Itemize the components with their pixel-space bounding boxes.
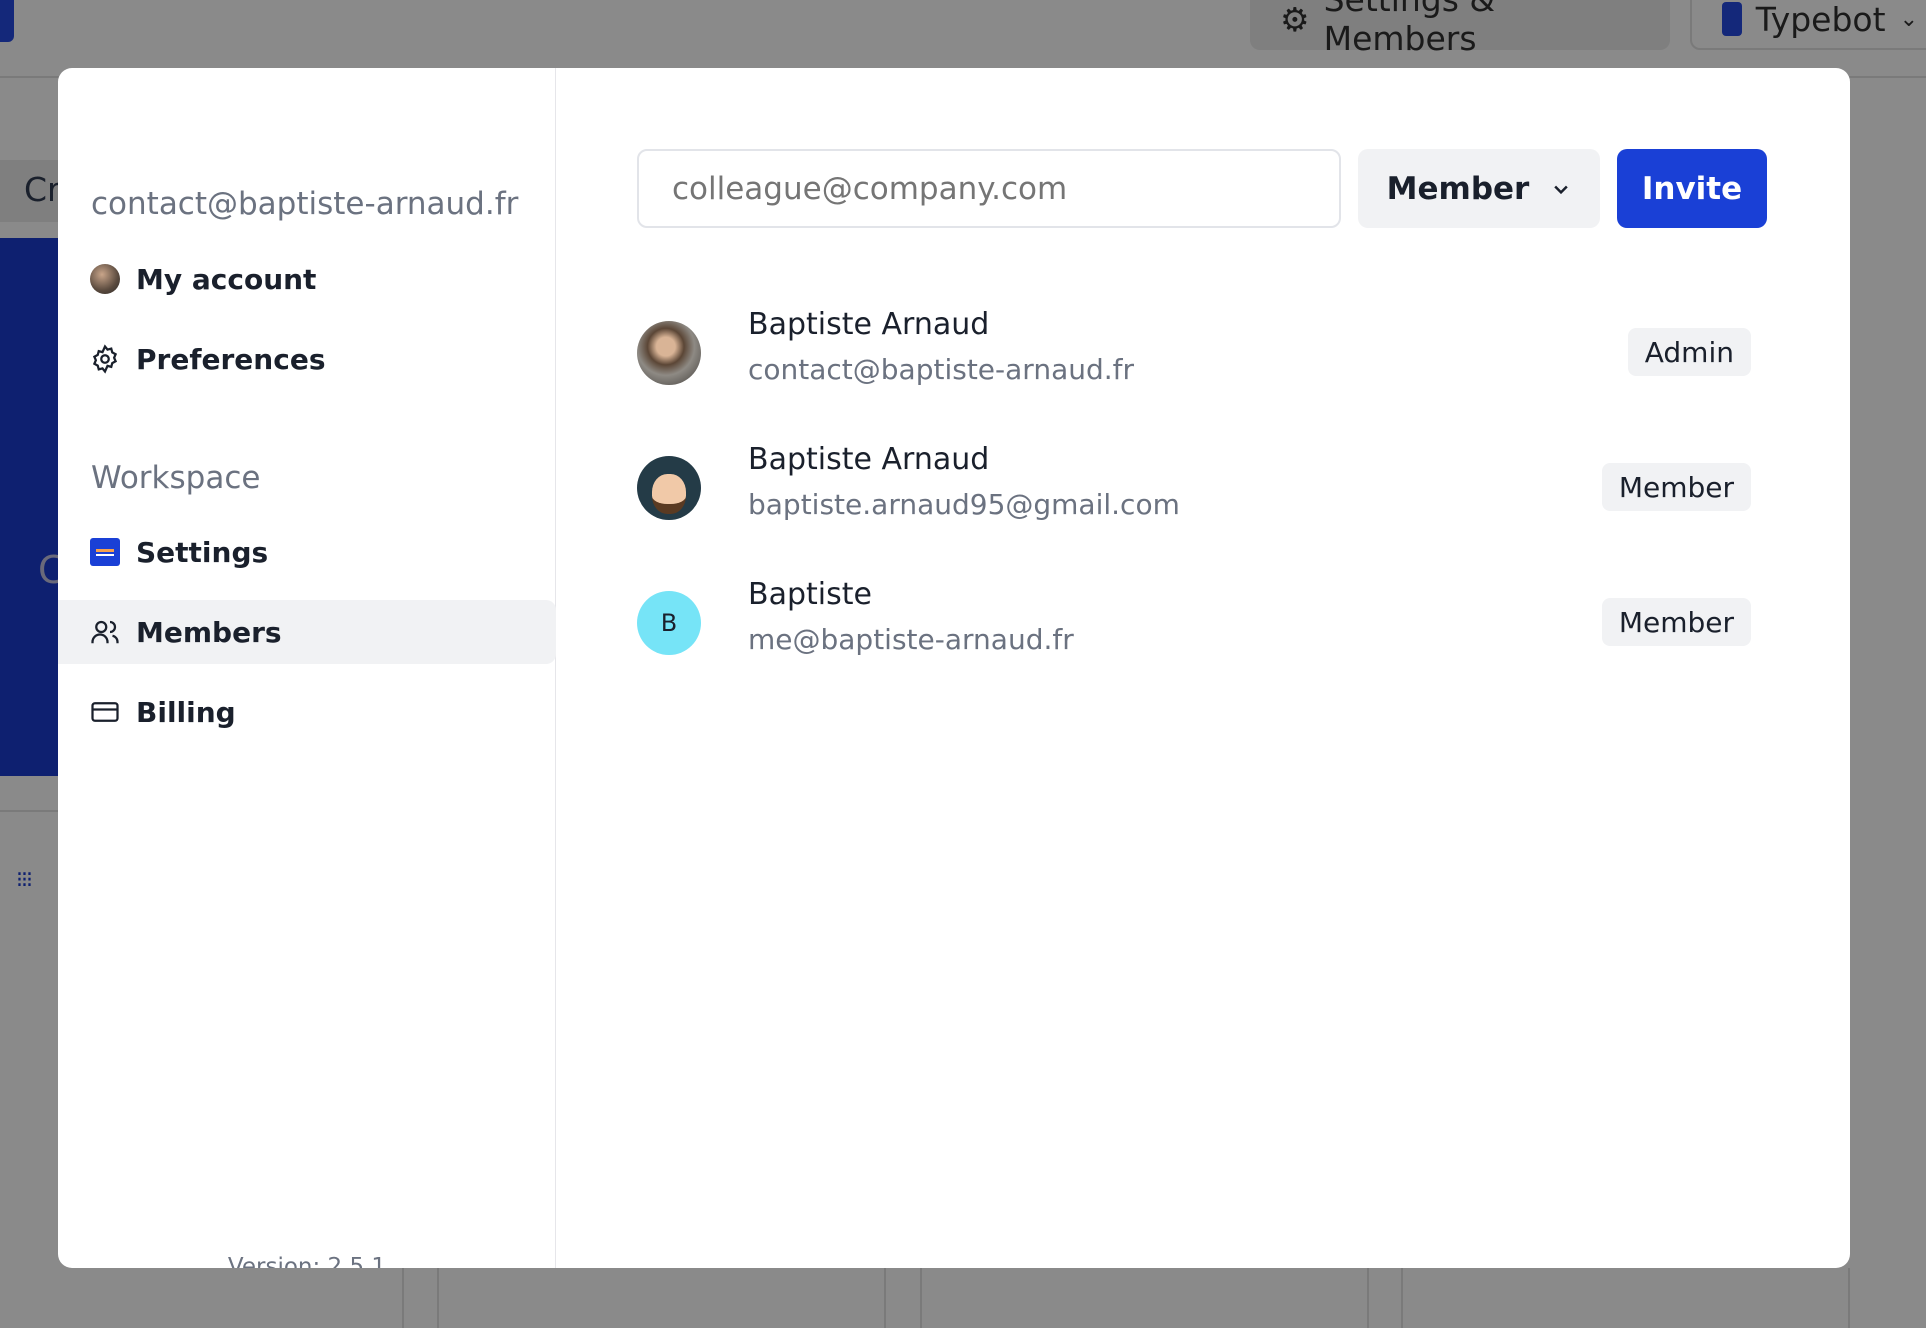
member-row[interactable]: Baptiste Arnaud baptiste.arnaud95@gmail.… (637, 438, 1767, 538)
settings-modal: contact@baptiste-arnaud.fr My account Pr… (58, 68, 1850, 1268)
sidebar-item-settings[interactable]: Settings (58, 520, 556, 584)
sidebar-item-preferences[interactable]: Preferences (58, 327, 556, 391)
divider (1367, 1268, 1369, 1328)
drag-dots-icon: ⁝⁝⁝ (16, 868, 33, 893)
chevron-down-icon (1554, 185, 1569, 194)
workspace-logo-icon (1722, 2, 1742, 36)
account-email: contact@baptiste-arnaud.fr (91, 186, 519, 222)
avatar (637, 456, 701, 520)
chevron-down-icon: ⌄ (1899, 6, 1918, 32)
sidebar-item-billing[interactable]: Billing (58, 680, 556, 744)
divider (920, 1268, 922, 1328)
invite-email-input[interactable] (637, 149, 1341, 228)
divider (402, 1268, 404, 1328)
role-dropdown[interactable]: Member (1358, 149, 1600, 228)
divider (884, 1268, 886, 1328)
settings-sidebar: contact@baptiste-arnaud.fr My account Pr… (58, 68, 556, 1268)
avatar (637, 321, 701, 385)
workspace-dropdown[interactable]: Typebot ⌄ (1690, 0, 1926, 50)
users-icon (91, 620, 119, 644)
avatar (90, 264, 120, 294)
settings-members-button[interactable]: ⚙ Settings & Members (1250, 0, 1670, 58)
version-label: Version: 2.5.1 (227, 1254, 387, 1268)
avatar: B (637, 591, 701, 655)
sidebar-item-members[interactable]: Members (58, 600, 556, 664)
divider (1401, 1268, 1403, 1328)
role-badge: Member (1601, 463, 1751, 511)
background-logo (0, 0, 14, 42)
role-badge: Member (1601, 598, 1751, 646)
gear-icon: ⚙ (1280, 0, 1310, 39)
member-row[interactable]: B Baptiste me@baptiste-arnaud.fr Member (637, 573, 1767, 673)
workspace-heading: Workspace (91, 460, 261, 496)
credit-card-icon (91, 702, 119, 722)
sidebar-item-my-account[interactable]: My account (58, 247, 556, 311)
role-badge: Admin (1627, 328, 1751, 376)
gear-icon (92, 344, 118, 374)
divider (1848, 1268, 1850, 1328)
member-row[interactable]: Baptiste Arnaud contact@baptiste-arnaud.… (637, 303, 1767, 403)
members-panel: Member Invite Baptiste Arnaud contact@ba… (556, 68, 1850, 1268)
workspace-logo-icon (90, 538, 120, 566)
invite-button[interactable]: Invite (1617, 149, 1767, 228)
divider (437, 1268, 439, 1328)
